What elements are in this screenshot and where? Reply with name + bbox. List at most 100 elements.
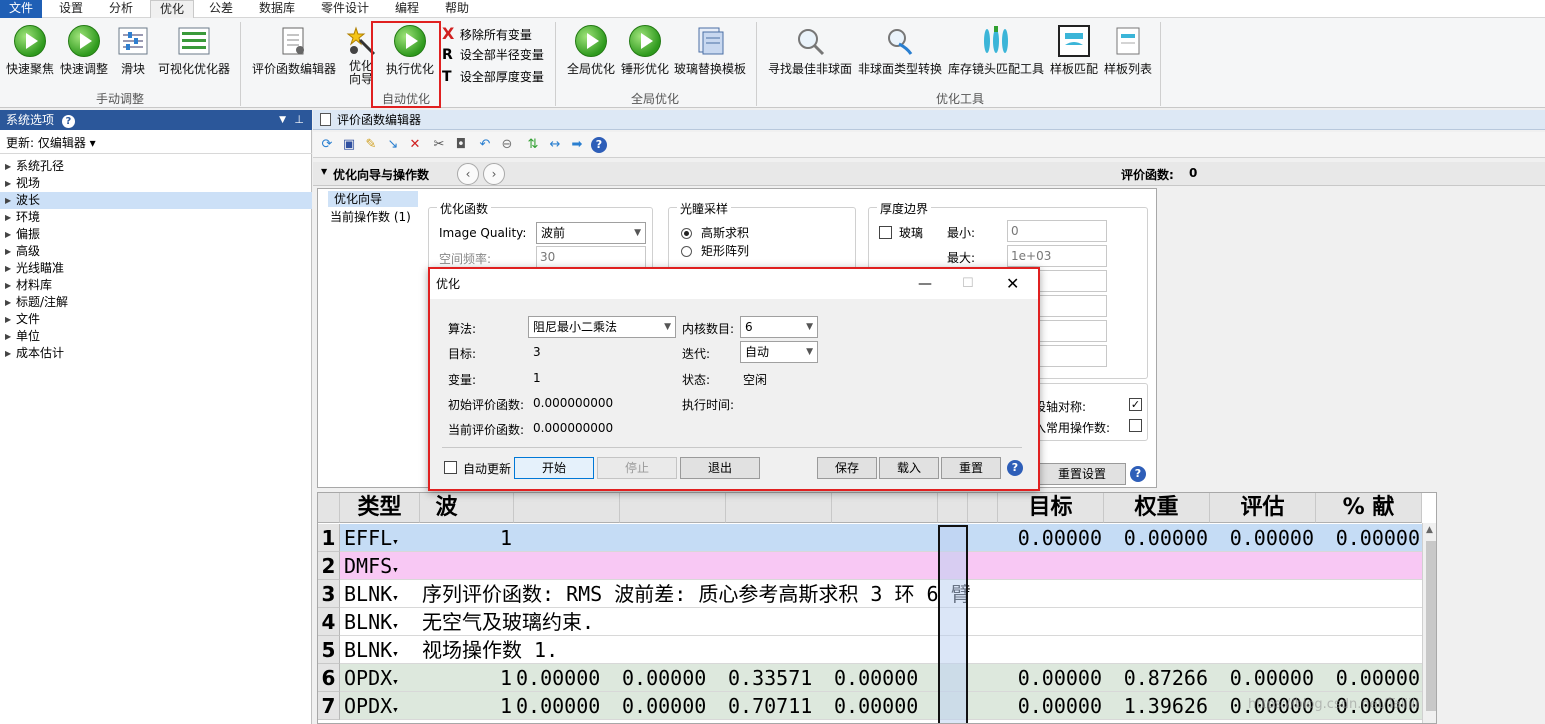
weight-cell[interactable]: 0.00000 (1104, 524, 1210, 552)
spatial-freq-input[interactable]: 30 (536, 246, 646, 268)
tree-item-ray-aiming[interactable]: ▶ 光线瞄准 (0, 260, 312, 277)
row-number[interactable]: 2 (318, 552, 340, 580)
insert-icon[interactable]: ↘ (385, 137, 401, 153)
nav-back-button[interactable]: ‹ (457, 163, 479, 185)
set-radius-variables-button[interactable]: R 设全部半径变量 (442, 46, 544, 63)
dropdown-arrow-icon[interactable]: ▾ (392, 703, 399, 716)
hammer-optimization-button[interactable]: 锤形优化 (618, 24, 672, 77)
menu-tolerance[interactable]: 公差 (200, 0, 242, 18)
wizard-nav-item[interactable]: 优化向导 (328, 191, 418, 207)
menu-analysis[interactable]: 分析 (100, 0, 142, 18)
tree-item-aperture[interactable]: ▶ 系统孔径 (0, 158, 312, 175)
v2-cell[interactable]: 0.00000 (620, 692, 726, 720)
v1-cell[interactable]: 0.00000 (514, 692, 620, 720)
algorithm-select[interactable]: 阻尼最小二乘法 ▼ (528, 316, 676, 338)
tree-item-title-notes[interactable]: ▶ 标题/注解 (0, 294, 312, 311)
tree-item-wavelengths[interactable]: ▶ 波长 (0, 192, 312, 209)
test-plate-list-button[interactable]: 样板列表 (1102, 24, 1154, 77)
help-icon[interactable]: ? (591, 137, 607, 153)
help-icon[interactable]: ? (1130, 466, 1146, 482)
undo-icon[interactable]: ↶ (477, 137, 493, 153)
menu-programming[interactable]: 编程 (386, 0, 428, 18)
menu-file[interactable]: 文件 (0, 0, 43, 18)
grid-scrollbar[interactable]: ▲ (1422, 523, 1436, 723)
glass-substitution-button[interactable]: 玻璃替换模板 (672, 24, 748, 77)
expand-arrow-icon[interactable]: ▶ (5, 294, 11, 311)
quick-focus-button[interactable]: 快速聚焦 (4, 24, 56, 77)
tools-icon[interactable]: ✂ (431, 137, 447, 153)
menu-help[interactable]: 帮助 (436, 0, 478, 18)
operand-type-cell[interactable]: BLNK▾ (344, 636, 420, 664)
remove-all-variables-button[interactable]: X 移除所有变量 (442, 24, 532, 43)
load-button[interactable]: 载入 (879, 457, 939, 479)
arrow-right-icon[interactable]: ➡ (569, 137, 585, 153)
tree-item-cost-estimator[interactable]: ▶ 成本估计 (0, 345, 312, 362)
dropdown-arrow-icon[interactable]: ▾ (392, 619, 399, 632)
dropdown-arrow-icon[interactable]: ▾ (392, 647, 399, 660)
gaussian-quadrature-radio[interactable] (681, 228, 692, 239)
maximize-icon[interactable]: ☐ (962, 269, 974, 299)
v3-cell[interactable]: 0.70711 (726, 692, 832, 720)
expand-arrow-icon[interactable]: ▶ (5, 226, 11, 243)
close-icon[interactable]: ✕ (1006, 269, 1019, 299)
eval-cell[interactable]: 0.00000 (1210, 664, 1316, 692)
expand-arrow-icon[interactable]: ▶ (5, 209, 11, 226)
iterations-select[interactable]: 自动 ▼ (740, 341, 818, 363)
operand-type-cell[interactable]: OPDX▾ (344, 664, 420, 692)
eval-cell[interactable]: 0.00000 (1210, 524, 1316, 552)
tree-item-files[interactable]: ▶ 文件 (0, 311, 312, 328)
c1-cell[interactable]: 1 (420, 664, 514, 692)
expand-arrow-icon[interactable]: ▶ (5, 158, 11, 175)
operand-type-cell[interactable]: EFFL▾ (344, 524, 420, 552)
menu-optimize[interactable]: 优化 (150, 0, 195, 19)
global-optimization-button[interactable]: 全局优化 (564, 24, 618, 77)
asphere-convert-button[interactable]: 非球面类型转换 (856, 24, 944, 77)
operand-type-cell[interactable]: BLNK▾ (344, 580, 420, 608)
find-best-asphere-button[interactable]: 寻找最佳非球面 (766, 24, 854, 77)
comment-cell[interactable]: 序列评价函数: RMS 波前差: 质心参考高斯求积 3 环 6 臂 (422, 580, 1422, 608)
cores-select[interactable]: 6 ▼ (740, 316, 818, 338)
target-cell[interactable]: 0.00000 (998, 524, 1104, 552)
tree-item-environment[interactable]: ▶ 环境 (0, 209, 312, 226)
menu-database[interactable]: 数据库 (250, 0, 304, 18)
pin-icon[interactable]: ⊥ (294, 110, 304, 130)
expand-icon[interactable]: ↔ (547, 137, 563, 153)
expand-arrow-icon[interactable]: ▶ (5, 243, 11, 260)
quick-adjust-button[interactable]: 快速调整 (58, 24, 110, 77)
rectangular-array-radio[interactable] (681, 246, 692, 257)
operand-type-cell[interactable]: DMFS▾ (344, 552, 420, 580)
row-number[interactable]: 4 (318, 608, 340, 636)
set-thickness-variables-button[interactable]: T 设全部厚度变量 (442, 68, 544, 85)
common-operands-checkbox[interactable] (1129, 419, 1142, 432)
slider-button[interactable]: 滑块 (114, 24, 152, 77)
dropdown-arrow-icon[interactable]: ▾ (392, 563, 399, 576)
exit-button[interactable]: 退出 (680, 457, 760, 479)
swap-icon[interactable]: ⇅ (525, 137, 541, 153)
tree-item-units[interactable]: ▶ 单位 (0, 328, 312, 345)
tree-item-advanced[interactable]: ▶ 高级 (0, 243, 312, 260)
edit-icon[interactable]: ✎ (363, 137, 379, 153)
row-number[interactable]: 6 (318, 664, 340, 692)
v4-cell[interactable]: 0.00000 (832, 664, 938, 692)
weight-cell[interactable]: 1.39626 (1104, 692, 1210, 720)
stock-lens-matching-button[interactable]: 库存镜头匹配工具 (946, 24, 1046, 77)
weight-cell[interactable]: 0.87266 (1104, 664, 1210, 692)
test-plate-fit-button[interactable]: 样板匹配 (1048, 24, 1100, 77)
row-number[interactable]: 5 (318, 636, 340, 664)
merit-editor-button[interactable]: 评价函数编辑器 (250, 24, 338, 77)
target-cell[interactable]: 0.00000 (998, 692, 1104, 720)
expand-arrow-icon[interactable]: ▶ (5, 192, 11, 209)
tree-item-polarization[interactable]: ▶ 偏振 (0, 226, 312, 243)
selected-column[interactable] (938, 525, 968, 723)
target-cell[interactable]: 0.00000 (998, 664, 1104, 692)
operand-type-cell[interactable]: OPDX▾ (344, 692, 420, 720)
help-icon[interactable]: ? (1007, 460, 1023, 476)
glass-checkbox[interactable] (879, 226, 892, 239)
reset-button[interactable]: 重置 (941, 457, 1001, 479)
contrib-cell[interactable]: 0.00000 (1316, 524, 1422, 552)
menu-part-design[interactable]: 零件设计 (312, 0, 378, 18)
operand-type-cell[interactable]: BLNK▾ (344, 608, 420, 636)
delete-icon[interactable]: ✕ (407, 137, 423, 153)
current-operands-nav[interactable]: 当前操作数 (1) (330, 209, 411, 225)
calc-icon[interactable]: ◘ (453, 137, 469, 153)
